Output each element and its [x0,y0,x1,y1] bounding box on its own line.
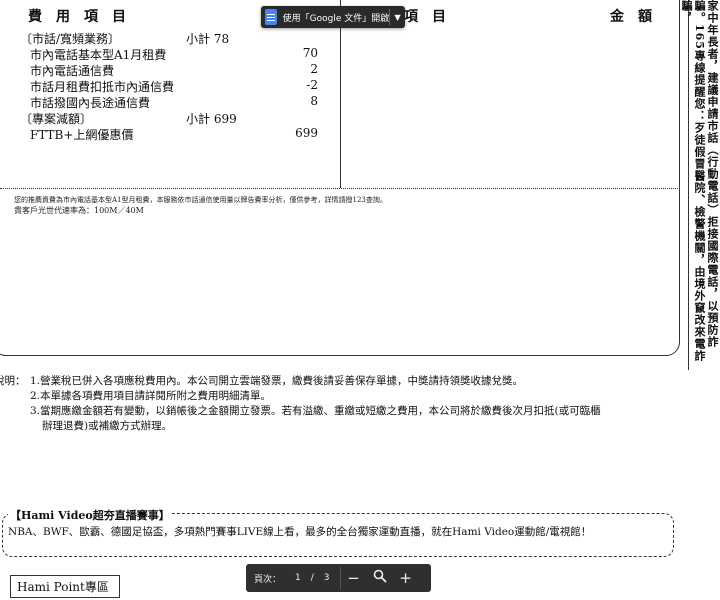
column-divider [340,0,341,188]
header-amount: 金額 [610,9,666,25]
category-local-broadband: 〔市話/寬頻業務〕 [20,32,121,46]
recommend-note: 您的推薦資費為市內電話基本型A1型月租費，本服務依市話通信使用量以牌告費率分析，… [14,196,387,204]
section-divider [0,188,680,189]
list-item: 市話撥國內長途通信費 [30,96,151,110]
chevron-down-icon[interactable]: ▼ [390,13,405,22]
list-item: 市話月租費扣抵市內通信費 [30,80,175,94]
open-with-label: 使用「Google 文件」開啟 [282,13,390,24]
item-amount: 8 [310,94,318,108]
zoom-icon[interactable] [367,569,393,587]
note-line: 辦理退費)或補繳方式辦理。 [42,420,173,432]
subtotal: 小計 699 [186,112,237,126]
page-label: 頁次： [254,574,282,585]
note-line: 2.本單據各項費用項目請詳閱所附之費用明細清單。 [30,390,272,402]
subtotal: 小計 78 [186,32,230,46]
note-line: 3.當期應繳金額若有變動，以銷帳後之金額開立發票。若有溢繳、重繳或短繳之費用，本… [30,405,601,417]
item-amount: 699 [295,126,318,140]
category-project-discount: 〔專案減額〕 [20,112,93,126]
notes-prefix: 說明： [0,375,26,387]
google-docs-icon [265,9,277,25]
hami-video-text: NBA、BWF、歐霸、德國足協盃，多項熱門賽事LIVE線上看，最多的全台獨家運動… [8,526,592,538]
hami-video-title: 【Hami Video超夯直播賽事】 [8,507,172,523]
page-separator: / [310,573,314,583]
page-toolbar: 頁次： 1 / 3 − + [246,564,431,592]
header-fee-items: 費用項目 [28,9,140,25]
speed-note: 貴客戶光世代速率為：100M／40M [14,206,144,215]
side-notice: 家中年長者，建議申請市話（行動電話）拒接國際電話，以預防詐騙。165專線提醒您：… [680,0,719,370]
list-item: FTTB+上網優惠價 [30,128,134,142]
total-pages: 3 [323,573,330,583]
item-amount: -2 [306,78,318,92]
hami-point-section: Hami Point專區 [10,575,120,598]
open-with-google-docs-button[interactable]: 使用「Google 文件」開啟 ▼ [261,6,405,28]
list-item: 市內電話通信費 [30,64,115,78]
item-amount: 2 [310,62,318,76]
list-item: 市內電話基本型A1月租費 [30,48,167,62]
item-amount: 70 [302,46,318,60]
current-page[interactable]: 1 [295,573,301,583]
zoom-out-icon[interactable]: − [341,569,367,587]
zoom-in-icon[interactable]: + [393,569,419,587]
note-line: 1.營業稅已併入各項應稅費用內。本公司開立雲端發票，繳費後請妥善保存單據，中獎請… [30,375,524,387]
